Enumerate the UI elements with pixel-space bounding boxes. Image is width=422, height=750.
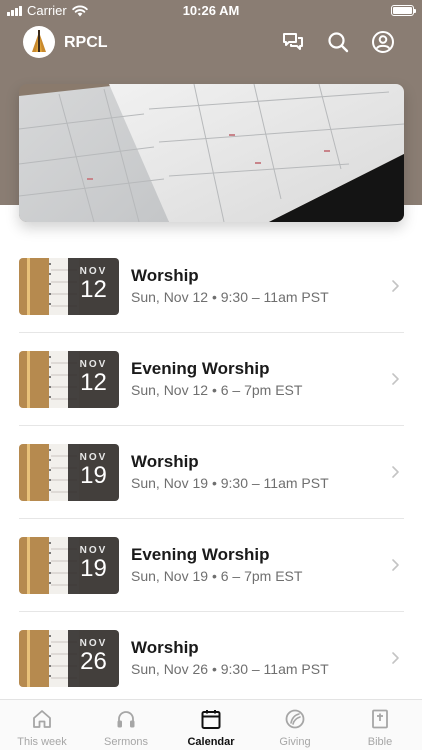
bible-icon <box>372 709 388 729</box>
event-row[interactable]: NOV 19 Worship Sun, Nov 19 • 9:30 – 11am PS… <box>19 426 404 519</box>
event-title: Worship <box>131 452 199 471</box>
event-title: Evening Worship <box>131 359 270 378</box>
event-time: Sun, Nov 12 • 9:30 – 11am PST <box>131 289 329 305</box>
event-time: Sun, Nov 26 • 9:30 – 11am PST <box>131 661 329 677</box>
event-time: Sun, Nov 12 • 6 – 7pm EST <box>131 382 303 398</box>
event-title: Worship <box>131 266 199 285</box>
date-badge: NOV 12 <box>68 258 119 315</box>
event-time: Sun, Nov 19 • 6 – 7pm EST <box>131 568 303 584</box>
church-logo[interactable] <box>23 26 55 58</box>
event-list: NOV 12 Worship Sun, Nov 12 • 9:30 – 11am PS… <box>19 240 404 705</box>
battery-icon <box>391 5 416 16</box>
chevron-right-icon <box>392 652 399 664</box>
tab-bible[interactable]: Bible <box>338 700 422 750</box>
event-row[interactable]: NOV 19 Evening Worship Sun, Nov 19 • 6 – 7p… <box>19 519 404 612</box>
chat-icon[interactable] <box>281 30 305 54</box>
profile-icon[interactable] <box>371 30 395 54</box>
logo-icon <box>32 30 46 52</box>
badge-day: 19 <box>80 462 107 489</box>
headphones-icon <box>117 711 135 728</box>
tab-label: Calendar <box>187 736 235 748</box>
event-thumbnail: NOV 12 <box>19 351 119 408</box>
badge-day: 26 <box>80 648 107 675</box>
event-title: Worship <box>131 638 199 657</box>
app-header: RPCL <box>0 26 422 62</box>
chevron-right-icon <box>392 559 399 571</box>
calendar-photo <box>19 84 404 222</box>
tab-label: Giving <box>279 736 311 748</box>
event-thumbnail: NOV 26 <box>19 630 119 687</box>
date-badge: NOV 26 <box>68 630 119 687</box>
date-badge: NOV 19 <box>68 537 119 594</box>
badge-day: 19 <box>80 555 107 582</box>
search-icon[interactable] <box>326 30 350 54</box>
tab-giving[interactable]: Giving <box>253 700 337 750</box>
badge-day: 12 <box>80 369 107 396</box>
hero-image <box>19 84 404 222</box>
event-title: Evening Worship <box>131 545 270 564</box>
event-row[interactable]: NOV 12 Evening Worship Sun, Nov 12 • 6 – 7p… <box>19 333 404 426</box>
event-thumbnail: NOV 19 <box>19 444 119 501</box>
tab-sermons[interactable]: Sermons <box>84 700 168 750</box>
tab-label: Bible <box>367 736 393 748</box>
tab-label: This week <box>17 736 67 748</box>
chevron-right-icon <box>392 466 399 478</box>
tab-calendar[interactable]: Calendar <box>169 700 253 750</box>
event-row[interactable]: NOV 26 Worship Sun, Nov 26 • 9:30 – 11am PS… <box>19 612 404 705</box>
chevron-right-icon <box>392 373 399 385</box>
event-time: Sun, Nov 19 • 9:30 – 11am PST <box>131 475 329 491</box>
tab-label: Sermons <box>103 736 149 748</box>
badge-day: 12 <box>80 276 107 303</box>
giving-icon <box>285 709 305 729</box>
date-badge: NOV 12 <box>68 351 119 408</box>
home-icon <box>33 710 51 728</box>
app-name: RPCL <box>64 34 108 51</box>
tab-this-week[interactable]: This week <box>0 700 84 750</box>
event-thumbnail: NOV 19 <box>19 537 119 594</box>
status-bar: Carrier 10:26 AM <box>0 0 422 22</box>
calendar-icon <box>201 710 221 729</box>
date-badge: NOV 19 <box>68 444 119 501</box>
tab-bar: This week Sermons Calendar Giving Bible <box>0 699 422 750</box>
event-row[interactable]: NOV 12 Worship Sun, Nov 12 • 9:30 – 11am PS… <box>19 240 404 333</box>
status-time: 10:26 AM <box>182 3 240 18</box>
event-thumbnail: NOV 12 <box>19 258 119 315</box>
chevron-right-icon <box>392 280 399 292</box>
